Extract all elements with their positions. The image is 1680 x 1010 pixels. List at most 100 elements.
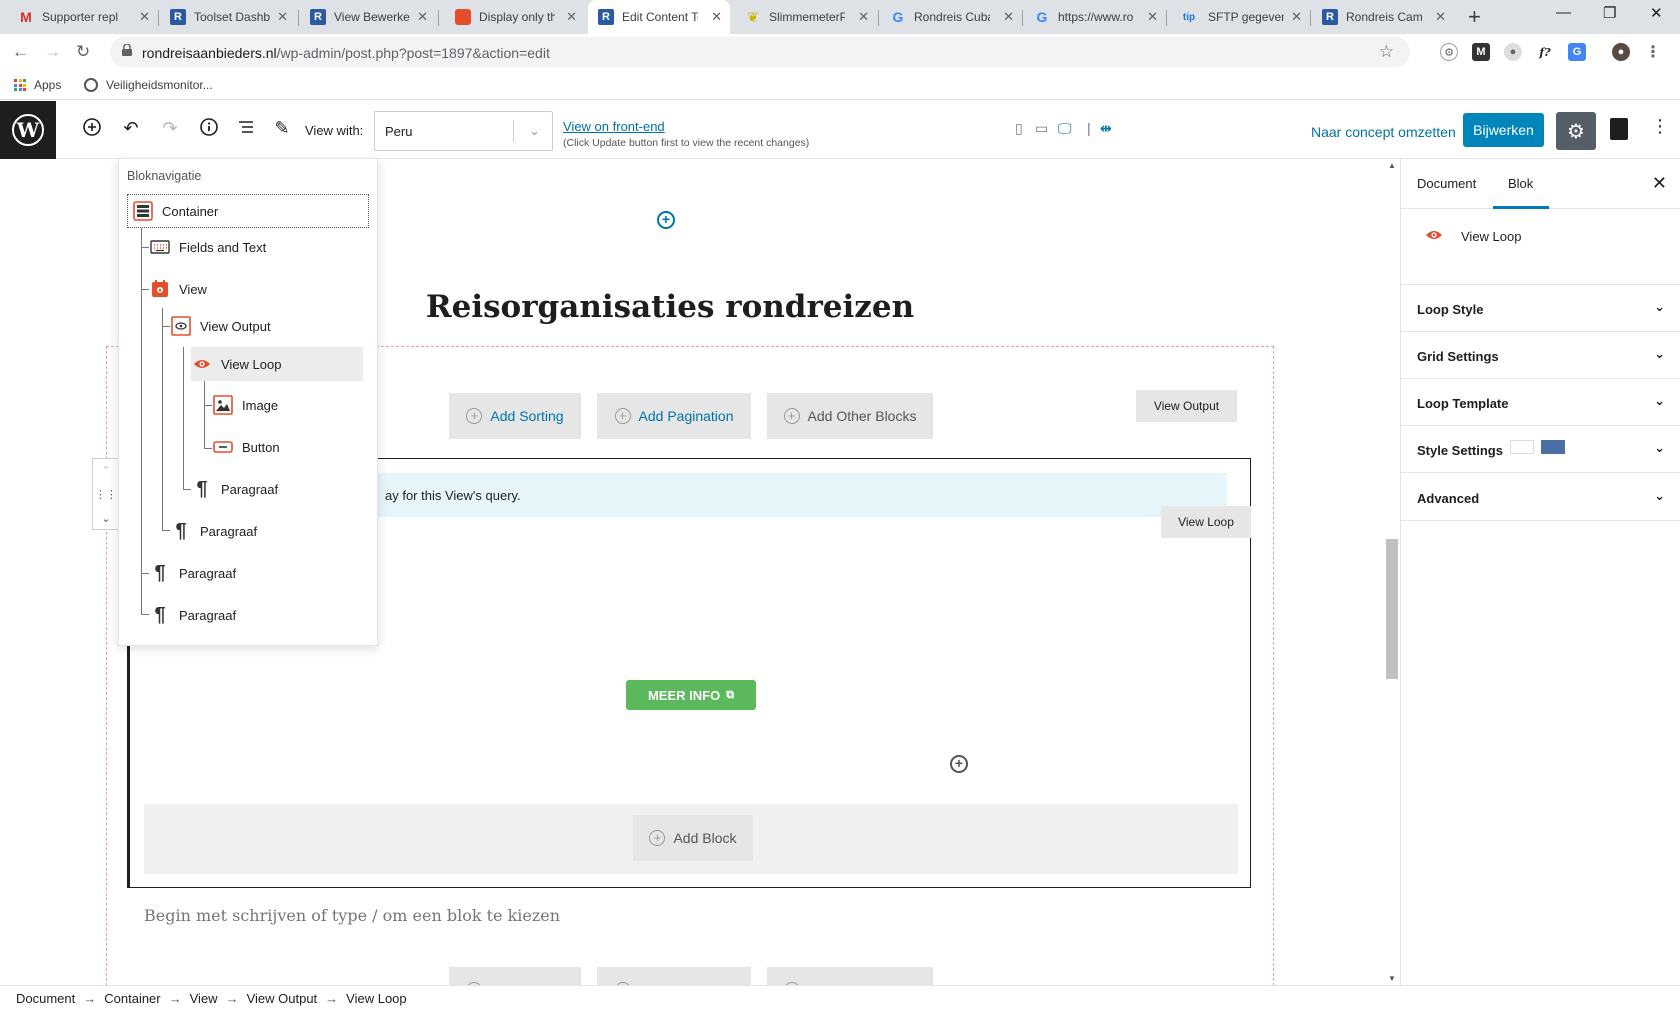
grid-toggle-icon[interactable]: ⇹ [1100,120,1112,137]
reload-icon[interactable]: ↻ [76,42,90,62]
breadcrumb-item[interactable]: View Loop [346,991,406,1006]
bookmark-item[interactable]: Veiligheidsmonitor... [84,78,213,92]
close-tab-icon[interactable]: ✕ [858,9,869,25]
close-sidebar-icon[interactable]: ✕ [1652,173,1667,194]
desktop-preview-icon[interactable]: 🖵 [1058,120,1072,137]
translate-icon[interactable]: G [1568,43,1586,61]
add-block-icon[interactable] [80,117,104,142]
restore-icon[interactable]: ❐ [1603,4,1616,22]
block-nav-item-view[interactable]: View [149,272,207,306]
block-nav-item-container[interactable]: Container [127,194,369,228]
browser-tab[interactable]: Display only th ✕ [445,0,585,34]
panel-loop-style[interactable]: Loop Style ⌄ [1401,285,1680,332]
back-icon[interactable]: ← [12,42,29,62]
edit-pencil-icon[interactable]: ✎ [270,118,294,139]
scroll-up-icon[interactable]: ▲ [1388,161,1396,170]
add-pagination-button[interactable]: +Add Pagination [597,967,751,985]
apps-bookmark[interactable]: Apps [14,78,61,92]
drag-handle-icon[interactable]: ⋮⋮ [93,483,119,507]
tablet-preview-icon[interactable]: ▭ [1035,120,1048,137]
wordpress-logo-button[interactable]: W [0,101,56,159]
address-bar[interactable]: rondreisaanbieders.nl/wp-admin/post.php?… [110,37,1410,67]
browser-tab[interactable]: M Supporter repl ✕ [8,0,158,34]
close-tab-icon[interactable]: ✕ [139,9,150,25]
panel-advanced[interactable]: Advanced ⌄ [1401,474,1680,521]
close-tab-icon[interactable]: ✕ [1003,9,1014,25]
block-nav-item-view-output[interactable]: View Output [170,309,271,343]
browser-tab[interactable]: G Rondreis Cuba ✕ [880,0,1022,34]
browser-tab-active[interactable]: R Edit Content Te ✕ [588,0,730,34]
block-nav-item-paragraph[interactable]: ¶ Paragraaf [149,556,236,590]
close-window-icon[interactable]: ✕ [1650,4,1663,22]
block-nav-item-paragraph[interactable]: ¶ Paragraaf [170,514,257,548]
switch-to-draft-button[interactable]: Naar concept omzetten [1311,124,1456,140]
close-tab-icon[interactable]: ✕ [711,9,722,25]
add-pagination-button[interactable]: +Add Pagination [597,393,751,439]
panel-grid-settings[interactable]: Grid Settings ⌄ [1401,332,1680,379]
breadcrumb-item[interactable]: Container [104,991,160,1006]
close-tab-icon[interactable]: ✕ [1291,9,1302,25]
block-nav-item-fields-and-text[interactable]: Fields and Text [149,230,266,264]
minimize-icon[interactable]: — [1556,4,1571,21]
more-options-icon[interactable]: ⋮ [1651,116,1669,137]
scrollbar-thumb[interactable] [1386,539,1398,679]
tab-document[interactable]: Document [1417,176,1476,191]
extension-icon[interactable]: ⚙ [1440,43,1458,61]
close-tab-icon[interactable]: ✕ [1147,9,1158,25]
browser-tab[interactable]: R Toolset Dashbo ✕ [160,0,296,34]
panel-style-settings[interactable]: Style Settings ⌄ [1401,426,1680,473]
block-navigation-icon[interactable] [234,117,258,142]
block-nav-item-image[interactable]: Image [212,388,278,422]
close-tab-icon[interactable]: ✕ [277,9,288,25]
add-sorting-button[interactable]: +Add Sorting [449,967,581,985]
mobile-preview-icon[interactable]: ▯ [1015,120,1023,137]
toolset-panel-icon[interactable] [1610,118,1628,140]
view-on-front-end-link[interactable]: View on front-end [563,119,665,134]
browser-tab[interactable]: ❦ SlimmemeterPo ✕ [735,0,877,34]
add-other-blocks-button[interactable]: +Add Other Blocks [767,393,933,439]
view-with-select[interactable]: Peru ⌄ [374,111,553,151]
canvas-scrollbar[interactable]: ▲ ▼ [1384,159,1400,985]
add-sorting-button[interactable]: +Add Sorting [449,393,581,439]
new-tab-icon[interactable]: + [1468,4,1481,30]
info-icon[interactable] [197,117,221,142]
extension-f-icon[interactable]: f? [1536,43,1554,61]
forward-icon[interactable]: → [44,42,61,62]
settings-gear-button[interactable]: ⚙ [1556,112,1596,150]
chrome-menu-icon[interactable]: ⋮ [1644,43,1662,61]
add-other-blocks-button[interactable]: +Add Other Blocks [767,967,933,985]
scroll-down-icon[interactable]: ▼ [1388,974,1396,983]
undo-icon[interactable]: ↶ [119,118,143,139]
breadcrumb-item[interactable]: View Output [247,991,318,1006]
block-nav-item-paragraph[interactable]: ¶ Paragraaf [191,472,278,506]
tab-blok[interactable]: Blok [1508,176,1533,191]
extension-m-icon[interactable]: M [1472,43,1490,61]
browser-tab[interactable]: tip SFTP gegevens ✕ [1168,0,1310,34]
browser-tab[interactable]: R Rondreis Camb ✕ [1312,0,1454,34]
browser-tab[interactable]: R View Bewerken ✕ [300,0,436,34]
insert-block-icon[interactable]: + [950,755,968,773]
close-tab-icon[interactable]: ✕ [1435,9,1446,25]
breadcrumb-item[interactable]: Document [16,991,75,1006]
move-down-icon[interactable]: ⌄ [93,507,119,531]
update-button[interactable]: Bijwerken [1463,113,1544,147]
block-nav-item-view-loop[interactable]: View Loop [191,347,363,381]
insert-block-icon[interactable]: + [657,211,675,229]
view-loop-tag[interactable]: View Loop [1161,506,1251,538]
add-block-button[interactable]: + Add Block [633,815,753,861]
bookmark-star-icon[interactable]: ☆ [1379,42,1394,62]
extension-circle-icon[interactable]: ● [1504,43,1522,61]
block-nav-item-paragraph[interactable]: ¶ Paragraaf [149,598,236,632]
view-output-tag[interactable]: View Output [1136,390,1237,422]
block-placeholder[interactable]: Begin met schrijven of type / om een blo… [144,906,560,925]
panel-loop-template[interactable]: Loop Template ⌄ [1401,379,1680,426]
profile-avatar[interactable]: ● [1612,43,1630,61]
breadcrumb-item[interactable]: View [190,991,218,1006]
close-tab-icon[interactable]: ✕ [566,9,577,25]
close-tab-icon[interactable]: ✕ [417,9,428,25]
redo-icon[interactable]: ↷ [158,118,182,139]
browser-tab[interactable]: G https://www.ro ✕ [1024,0,1166,34]
block-nav-item-button[interactable]: Button [212,430,280,464]
move-up-icon[interactable]: ⌃ [93,459,119,483]
meer-info-button[interactable]: MEER INFO ⧉ [626,680,756,710]
